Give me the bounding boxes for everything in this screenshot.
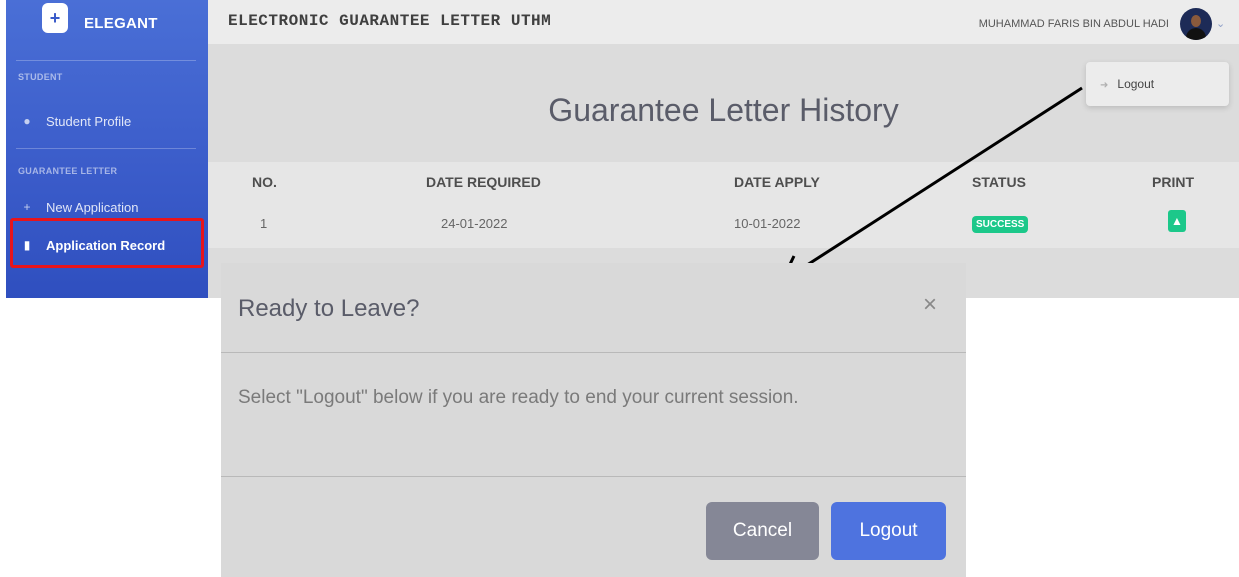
cancel-button[interactable]: Cancel [706, 502, 819, 560]
app-title: ELECTRONIC GUARANTEE LETTER UTHM [228, 12, 552, 30]
print-file-icon: ▲ [1171, 214, 1183, 228]
brand-logo-icon: + [42, 3, 68, 33]
sidebar-divider [16, 148, 196, 149]
sidebar-brand[interactable]: + ELEGANT [6, 0, 208, 44]
avatar-face [1191, 15, 1201, 27]
column-header-print: PRINT [1152, 174, 1194, 190]
column-header-status: STATUS [972, 174, 1026, 190]
sidebar-item-label: Student Profile [46, 113, 132, 129]
table-row: 1 24-01-2022 10-01-2022 SUCCESS ▲ [208, 202, 1239, 248]
sidebar-heading-guarantee-letter: GUARANTEE LETTER [18, 166, 118, 176]
modal-title: Ready to Leave? [238, 295, 420, 322]
modal-divider [221, 476, 966, 477]
user-icon: ● [23, 114, 31, 128]
modal-divider [221, 352, 966, 353]
column-header-date-apply: DATE APPLY [734, 174, 820, 190]
dropdown-logout-label: Logout [1117, 77, 1155, 91]
sidebar-item-student-profile[interactable]: ● Student Profile [14, 108, 198, 134]
cell-date-required: 24-01-2022 [441, 216, 508, 231]
sidebar: + ELEGANT STUDENT ● Student Profile GUAR… [6, 0, 208, 298]
screen: + ELEGANT STUDENT ● Student Profile GUAR… [0, 0, 1239, 577]
column-header-no: NO. [252, 174, 277, 190]
brand-name: ELEGANT [84, 15, 158, 32]
dropdown-item-logout[interactable]: ➜ Logout [1100, 77, 1154, 91]
sidebar-item-new-application[interactable]: + New Application [14, 194, 198, 220]
cell-date-apply: 10-01-2022 [734, 216, 801, 231]
column-header-date-required: DATE REQUIRED [426, 174, 541, 190]
status-badge: SUCCESS [972, 216, 1029, 233]
highlight-annotation [10, 218, 204, 268]
user-dropdown: ➜ Logout [1086, 62, 1229, 106]
avatar-body [1186, 28, 1206, 40]
modal-body-text: Select "Logout" below if you are ready t… [238, 387, 799, 408]
logout-modal: Ready to Leave? × Select "Logout" below … [221, 263, 966, 577]
table-header-row: NO. DATE REQUIRED DATE APPLY STATUS PRIN… [208, 162, 1239, 202]
plus-icon: + [23, 200, 31, 214]
user-name[interactable]: MUHAMMAD FARIS BIN ABDUL HADI [979, 18, 1169, 30]
avatar[interactable] [1180, 8, 1212, 40]
close-icon[interactable]: × [923, 291, 937, 319]
logout-button[interactable]: Logout [831, 502, 946, 560]
sign-out-icon: ➜ [1100, 80, 1109, 91]
chevron-down-icon[interactable]: ⌄ [1216, 17, 1225, 30]
cell-no: 1 [260, 216, 268, 231]
page-title: Guarantee Letter History [548, 92, 899, 128]
main-content: Guarantee Letter History NO. DATE REQUIR… [208, 44, 1239, 298]
sidebar-heading-student: STUDENT [18, 72, 63, 82]
topbar: ELECTRONIC GUARANTEE LETTER UTHM MUHAMMA… [208, 0, 1239, 44]
sidebar-item-label: New Application [46, 199, 139, 215]
print-button[interactable]: ▲ [1168, 210, 1186, 232]
sidebar-divider [16, 60, 196, 61]
